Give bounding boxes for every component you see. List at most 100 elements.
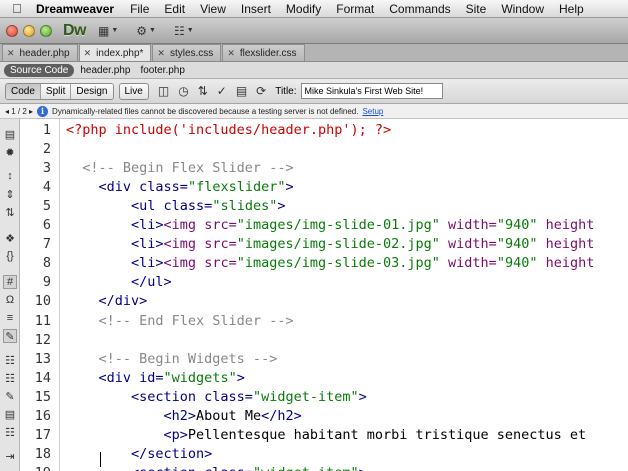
menu-commands[interactable]: Commands — [389, 2, 450, 16]
code-token: height — [537, 255, 595, 272]
live-view-button[interactable]: Live — [118, 82, 149, 100]
zoom-window-button[interactable] — [40, 24, 52, 37]
app-menu[interactable]: Dreamweaver — [36, 2, 114, 16]
menu-format[interactable]: Format — [336, 2, 374, 16]
setup-link[interactable]: Setup — [362, 107, 383, 116]
close-tab-icon[interactable]: ✕ — [157, 48, 165, 59]
validate-icon[interactable]: ✓ — [217, 84, 227, 98]
related-file-header[interactable]: header.php — [80, 65, 130, 76]
tab-index-php[interactable]: ✕ index.php* — [78, 44, 152, 61]
close-tab-icon[interactable]: ✕ — [227, 48, 235, 59]
info-pager[interactable]: ◂ 1 / 2 ▸ — [5, 107, 33, 116]
view-switcher: Code Split Design — [5, 82, 114, 100]
menu-insert[interactable]: Insert — [241, 2, 271, 16]
indent-code-icon[interactable]: ⇥ — [3, 449, 17, 463]
code-token: <p> — [66, 426, 188, 443]
related-file-footer[interactable]: footer.php — [140, 65, 184, 76]
apple-icon[interactable]:  — [8, 1, 26, 16]
menu-window[interactable]: Window — [501, 2, 544, 16]
code-line: <p>Pellentesque habitant morbi tristique… — [66, 426, 587, 443]
collapse-selection-icon[interactable]: ⇕ — [3, 187, 17, 201]
code-line: <ul class="slides"> — [66, 198, 285, 215]
app-header: Dw ▦ ▼ ⚙ ▼ ☷ ▼ — [0, 18, 628, 44]
remove-comment-icon[interactable]: ☷ — [3, 371, 17, 385]
code-token: <section — [66, 388, 205, 405]
syntax-coloring-icon[interactable]: ✎ — [3, 329, 17, 343]
code-token: <img — [163, 217, 205, 234]
code-token: <li> — [66, 236, 164, 253]
close-window-button[interactable] — [6, 24, 18, 37]
code-view-button[interactable]: Code — [6, 83, 41, 99]
tab-label: flexslider.css — [239, 47, 297, 59]
line-number: 8 — [42, 255, 51, 272]
code-line: <div id="widgets"> — [66, 370, 245, 386]
minimize-window-button[interactable] — [23, 24, 35, 37]
apply-comment-icon[interactable]: ☷ — [3, 353, 17, 367]
close-tab-icon[interactable]: ✕ — [7, 48, 15, 59]
balance-braces-icon[interactable]: {} — [3, 249, 17, 263]
code-token: > — [359, 465, 367, 471]
code-token: <div — [66, 179, 140, 196]
extensions-gear-icon[interactable]: ⚙ ▼ — [136, 24, 156, 38]
document-tabs: ✕ header.php ✕ index.php* ✕ styles.css ✕… — [0, 44, 628, 62]
code-line: <li><img src="images/img-slide-01.jpg" w… — [66, 217, 594, 233]
show-code-navigator-icon[interactable]: ✹ — [3, 145, 17, 159]
code-line: <!-- Begin Widgets --> — [66, 351, 278, 367]
menu-help[interactable]: Help — [559, 2, 584, 16]
code-token: src= — [204, 217, 237, 234]
line-numbers-icon[interactable]: # — [3, 275, 17, 289]
site-manager-icon[interactable]: ☷ ▼ — [174, 24, 194, 38]
recent-snippets-icon[interactable]: ▤ — [3, 407, 17, 421]
select-parent-tag-icon[interactable]: ❖ — [3, 231, 17, 245]
visual-aids-icon[interactable]: ▤ — [236, 84, 247, 98]
close-tab-icon[interactable]: ✕ — [84, 48, 92, 59]
code-token: > — [236, 369, 245, 386]
document-title-input[interactable] — [300, 83, 443, 99]
collapse-tag-icon[interactable]: ↕ — [3, 169, 17, 183]
code-token: > — [285, 179, 294, 196]
tab-header-php[interactable]: ✕ header.php — [2, 44, 78, 61]
design-view-button[interactable]: Design — [71, 83, 113, 99]
code-editor[interactable]: <?php include('includes/header.php'); ?>… — [60, 119, 628, 471]
code-token: <!-- Begin Flex Slider --> — [66, 160, 294, 177]
code-token: <ul — [66, 198, 164, 215]
highlight-invalid-code-icon[interactable]: Ω — [3, 293, 17, 307]
menu-edit[interactable]: Edit — [164, 2, 185, 16]
tab-label: styles.css — [169, 47, 214, 59]
line-number-gutter: 12345678910111213141516171819 — [20, 119, 60, 471]
menu-view[interactable]: View — [200, 2, 226, 16]
line-number: 9 — [42, 274, 51, 291]
source-code-button[interactable]: Source Code — [4, 63, 75, 77]
word-wrap-icon[interactable]: ≡ — [3, 311, 17, 325]
file-management-icon[interactable]: ⇅ — [198, 84, 208, 98]
menu-site[interactable]: Site — [466, 2, 487, 16]
open-documents-icon[interactable]: ▤ — [3, 127, 17, 141]
menu-modify[interactable]: Modify — [286, 2, 321, 16]
split-view-button[interactable]: Split — [40, 83, 72, 99]
code-line: <li><img src="images/img-slide-02.jpg" w… — [66, 236, 594, 252]
code-line: </div> — [66, 293, 148, 309]
line-number: 1 — [42, 122, 51, 138]
code-token: width= — [439, 236, 497, 253]
multiscreen-icon[interactable]: ◫ — [158, 84, 169, 98]
wrap-tag-icon[interactable]: ✎ — [3, 389, 17, 403]
tab-styles-css[interactable]: ✕ styles.css — [152, 44, 222, 61]
line-number: 4 — [42, 179, 51, 196]
line-number: 17 — [34, 426, 51, 443]
layout-menu-icon[interactable]: ▦ ▼ — [98, 24, 118, 38]
tab-flexslider-css[interactable]: ✕ flexslider.css — [222, 44, 305, 61]
refresh-icon[interactable]: ⟳ — [256, 84, 266, 98]
tab-label: header.php — [19, 47, 70, 59]
code-token: </ul> — [66, 274, 172, 291]
code-token: "slides" — [212, 198, 278, 215]
preview-browser-icon[interactable]: ◷ — [178, 84, 188, 98]
code-token: id= — [139, 369, 164, 386]
expand-all-icon[interactable]: ⇅ — [3, 205, 17, 219]
code-token: "images/img-slide-02.jpg" — [236, 236, 440, 253]
code-token: <li> — [66, 217, 164, 234]
code-token: "images/img-slide-03.jpg" — [236, 255, 440, 272]
code-token: width= — [439, 217, 497, 234]
move-css-icon[interactable]: ☷ — [3, 425, 17, 439]
code-line: </section> — [66, 446, 212, 462]
menu-file[interactable]: File — [130, 2, 149, 16]
